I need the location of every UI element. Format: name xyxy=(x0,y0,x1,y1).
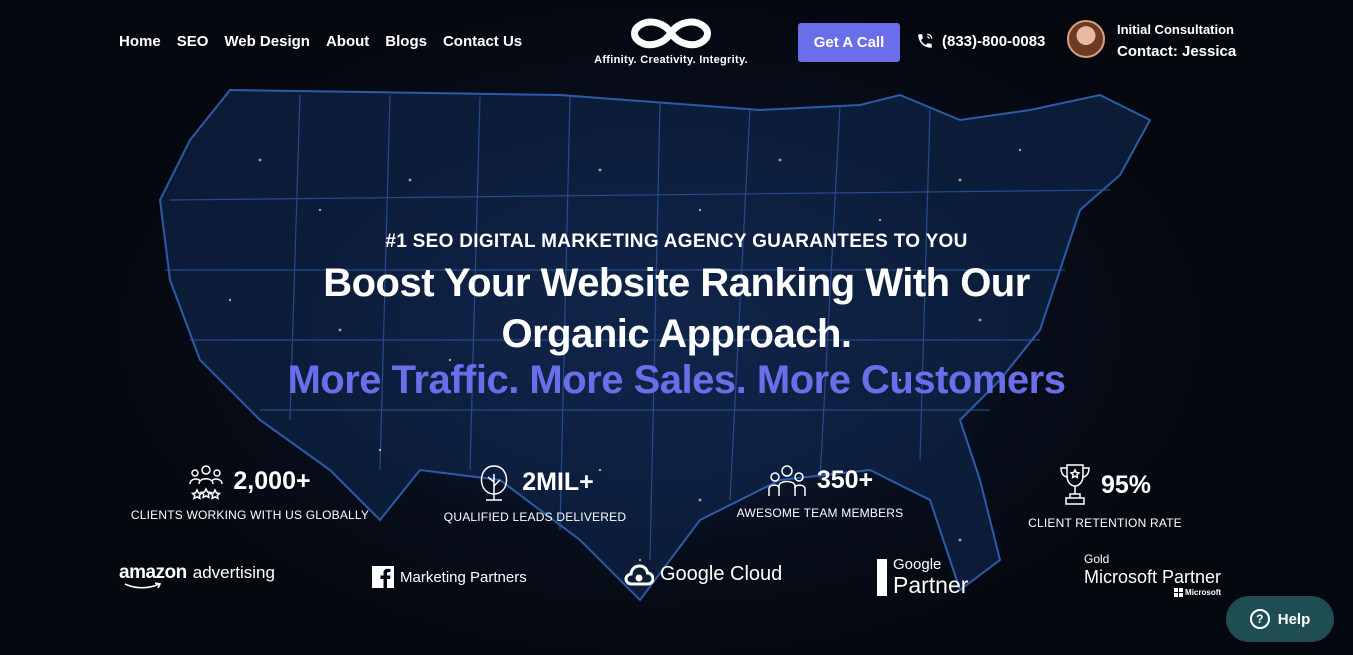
amazon-advertising-logo: amazon advertising xyxy=(119,562,275,589)
nav-home[interactable]: Home xyxy=(119,33,161,50)
hero-eyebrow: #1 SEO DIGITAL MARKETING AGENCY GUARANTE… xyxy=(385,231,968,252)
google-partner-partner-text: Partner xyxy=(893,572,969,598)
hero-headline-line1: Boost Your Website Ranking With Our xyxy=(323,261,1030,305)
stat-team-value: 350+ xyxy=(816,465,874,494)
hero-headline: Boost Your Website Ranking With Our Orga… xyxy=(0,258,1353,360)
team-icon xyxy=(768,465,806,496)
google-cloud-logo: Google Cloud xyxy=(624,563,782,586)
tree-icon xyxy=(481,465,508,501)
cloud-icon xyxy=(624,563,654,585)
microsoft-small-text: Microsoft xyxy=(1185,587,1222,597)
nav-about[interactable]: About xyxy=(326,33,369,50)
users-stars-icon xyxy=(189,465,224,500)
stat-clients-label: CLIENTS WORKING WITH US GLOBALLY xyxy=(130,508,370,522)
site-logo[interactable]: Affinity. Creativity. Integrity. xyxy=(586,16,756,66)
get-a-call-button[interactable]: Get A Call xyxy=(798,23,900,62)
help-button[interactable]: ? Help xyxy=(1226,596,1334,642)
stat-leads-label: QUALIFIED LEADS DELIVERED xyxy=(443,510,627,524)
trophy-icon xyxy=(1060,464,1090,505)
stat-team: 350+ AWESOME TEAM MEMBERS xyxy=(730,462,910,520)
amazon-wordmark: amazon xyxy=(119,562,187,583)
google-partner-logo: Google Partner xyxy=(877,557,968,597)
infinity-logo-icon xyxy=(631,18,711,49)
phone-link[interactable]: (833)-800-0083 xyxy=(916,32,1045,50)
google-cloud-text: Google Cloud xyxy=(660,563,783,585)
amazon-smile-icon xyxy=(124,582,162,589)
facebook-icon xyxy=(372,566,394,588)
google-partner-google-text: Google xyxy=(893,556,942,573)
phone-number: (833)-800-0083 xyxy=(942,32,1046,50)
logo-tagline: Affinity. Creativity. Integrity. xyxy=(594,54,748,66)
amazon-advertising-text: advertising xyxy=(192,563,275,582)
stat-leads-value: 2MIL+ xyxy=(522,467,594,496)
avatar xyxy=(1067,20,1105,58)
microsoft-gold-text: Gold xyxy=(1084,552,1110,566)
hero-headline-line2: Organic Approach. xyxy=(501,312,852,356)
question-mark-icon: ? xyxy=(1249,609,1270,629)
stat-retention: 95% CLIENT RETENTION RATE xyxy=(1022,462,1188,530)
facebook-marketing-partners-text: Marketing Partners xyxy=(400,568,527,586)
consultation-contact-name: Contact: Jessica xyxy=(1117,43,1237,60)
stat-clients-value: 2,000+ xyxy=(233,466,311,495)
stat-retention-label: CLIENT RETENTION RATE xyxy=(1028,516,1182,530)
main-nav: Home SEO Web Design About Blogs Contact … xyxy=(119,33,522,50)
microsoft-small-logo: Microsoft xyxy=(1084,588,1221,597)
stat-leads: 2MIL+ QUALIFIED LEADS DELIVERED xyxy=(438,462,632,524)
help-button-label: Help xyxy=(1277,610,1311,628)
stat-retention-value: 95% xyxy=(1100,470,1152,499)
facebook-marketing-partners-logo: Marketing Partners xyxy=(372,566,527,588)
stat-team-label: AWESOME TEAM MEMBERS xyxy=(736,506,904,520)
nav-web-design[interactable]: Web Design xyxy=(224,33,310,50)
stat-clients: 2,000+ CLIENTS WORKING WITH US GLOBALLY xyxy=(128,462,372,522)
nav-blogs[interactable]: Blogs xyxy=(385,33,427,50)
microsoft-windows-icon xyxy=(1174,588,1184,597)
phone-icon xyxy=(918,33,933,48)
nav-contact-us[interactable]: Contact Us xyxy=(443,33,522,50)
hero-subhead: More Traffic. More Sales. More Customers xyxy=(287,358,1066,402)
google-partner-bar xyxy=(877,558,887,596)
consultation-contact: Initial Consultation Contact: Jessica xyxy=(1117,22,1236,60)
microsoft-partner-text: Microsoft Partner xyxy=(1084,567,1222,587)
microsoft-gold-partner-logo: Gold Microsoft Partner Microsoft xyxy=(1084,553,1221,597)
consultation-label: Initial Consultation xyxy=(1117,22,1234,37)
nav-seo[interactable]: SEO xyxy=(177,33,209,50)
